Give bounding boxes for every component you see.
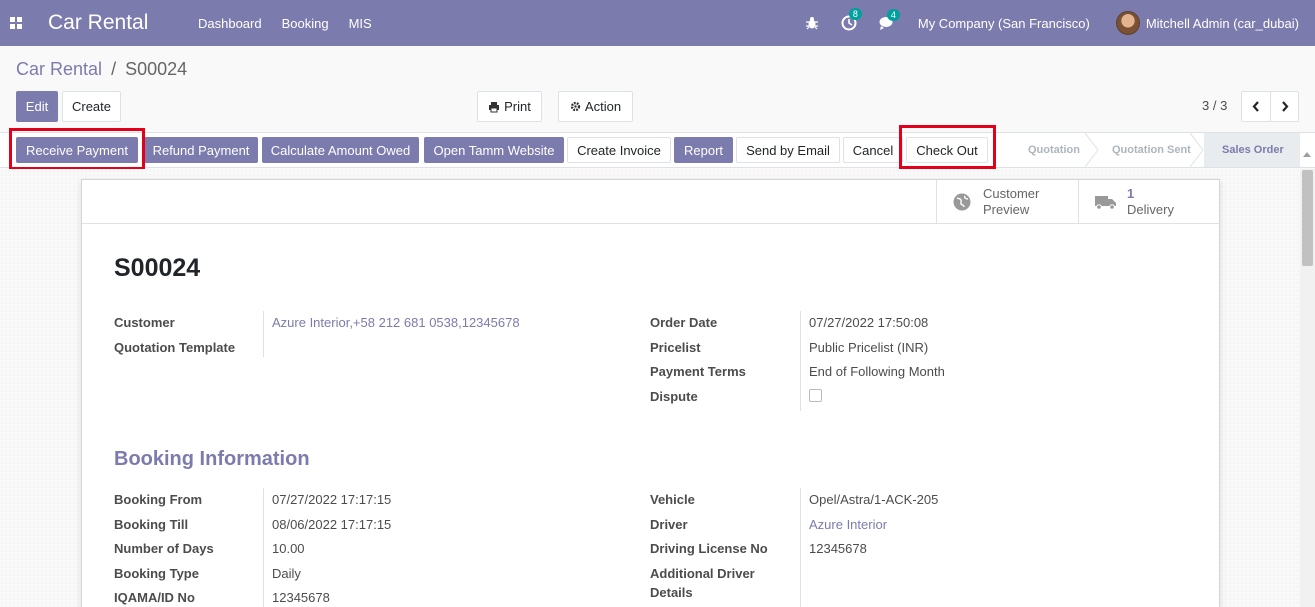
driver-field[interactable]: Azure Interior <box>809 517 887 532</box>
dispute-checkbox[interactable] <box>809 389 822 402</box>
booking-from-field[interactable]: 07/27/2022 17:17:15 <box>272 492 391 507</box>
dispute-label: Dispute <box>650 389 698 404</box>
iqama-id-field[interactable]: 12345678 <box>272 590 330 605</box>
debug-bug-icon[interactable] <box>805 16 819 30</box>
field-divider <box>800 311 801 411</box>
pricelist-label: Pricelist <box>650 340 701 355</box>
message-count-badge: 4 <box>886 8 900 21</box>
additional-driver-label-line1: Additional Driver <box>650 566 755 581</box>
driving-license-label: Driving License No <box>650 541 768 556</box>
vehicle-field[interactable]: Opel/Astra/1-ACK-205 <box>809 492 938 507</box>
create-button[interactable]: Create <box>62 91 121 122</box>
field-divider <box>800 488 801 607</box>
breadcrumb: Car Rental / S00024 <box>16 59 187 80</box>
record-title: S00024 <box>114 254 201 282</box>
pager-value[interactable]: 3 / 3 <box>1202 98 1227 113</box>
menu-mis[interactable]: MIS <box>349 16 372 31</box>
action-button[interactable]: Action <box>558 91 633 122</box>
pager-previous-button[interactable] <box>1241 91 1271 122</box>
print-icon <box>489 101 500 112</box>
stage-separator <box>1085 133 1099 167</box>
statusbar: Receive Payment Refund Payment Calculate… <box>0 132 1315 168</box>
delivery-button[interactable]: 1 Delivery <box>1078 180 1220 224</box>
order-date-field[interactable]: 07/27/2022 17:50:08 <box>809 315 928 330</box>
print-label: Print <box>504 99 531 114</box>
breadcrumb-current: S00024 <box>125 59 188 79</box>
customer-field[interactable]: Azure Interior,+58 212 681 0538,12345678 <box>272 315 520 330</box>
payment-terms-label: Payment Terms <box>650 364 746 379</box>
top-navbar: Car Rental Dashboard Booking MIS 8 4 My … <box>0 0 1315 46</box>
edit-button[interactable]: Edit <box>16 91 58 122</box>
user-menu[interactable]: Mitchell Admin (car_dubai) <box>1146 16 1299 31</box>
highlight-check-out <box>899 125 996 169</box>
booking-till-label: Booking Till <box>114 517 189 532</box>
delivery-label: Delivery <box>1127 202 1174 217</box>
stage-quotation[interactable]: Quotation <box>1028 133 1080 167</box>
highlight-receive-payment <box>9 128 145 170</box>
driver-label: Driver <box>650 517 688 532</box>
order-date-label: Order Date <box>650 315 718 330</box>
payment-terms-field[interactable]: End of Following Month <box>809 364 945 379</box>
activity-count-badge: 8 <box>848 8 862 20</box>
vehicle-label: Vehicle <box>650 492 695 507</box>
truck-icon <box>1095 196 1116 210</box>
activity-clock-icon[interactable]: 8 <box>841 8 862 31</box>
create-invoice-button[interactable]: Create Invoice <box>567 137 671 163</box>
report-button[interactable]: Report <box>674 137 733 163</box>
delivery-count: 1 <box>1127 186 1135 201</box>
send-by-email-button[interactable]: Send by Email <box>736 137 840 163</box>
breadcrumb-separator: / <box>111 59 117 79</box>
stage-sales-order[interactable]: Sales Order <box>1204 133 1300 167</box>
calculate-amount-owed-button[interactable]: Calculate Amount Owed <box>262 137 419 163</box>
booking-till-field[interactable]: 08/06/2022 17:17:15 <box>272 517 391 532</box>
booking-section-title: Booking Information <box>114 448 310 470</box>
iqama-id-label: IQAMA/ID No <box>114 590 195 605</box>
stage-quotation-sent[interactable]: Quotation Sent <box>1112 133 1191 167</box>
stage-separator <box>1190 133 1204 167</box>
driving-license-field[interactable]: 12345678 <box>809 541 867 556</box>
field-divider <box>263 311 264 357</box>
cancel-button[interactable]: Cancel <box>843 137 903 163</box>
open-tamm-website-button[interactable]: Open Tamm Website <box>424 137 564 163</box>
smart-button-box: Customer Preview 1 Delivery <box>82 180 1219 224</box>
apps-menu-icon[interactable] <box>0 0 32 46</box>
quotation-template-label: Quotation Template <box>114 340 236 355</box>
print-button[interactable]: Print <box>477 91 542 122</box>
chevron-right-icon <box>1281 101 1288 112</box>
gear-icon <box>570 101 581 112</box>
globe-icon <box>953 193 971 211</box>
customer-label: Customer <box>114 315 175 330</box>
customer-preview-line1: Customer <box>983 186 1040 201</box>
app-name[interactable]: Car Rental <box>48 11 194 35</box>
chevron-left-icon <box>1252 101 1259 112</box>
booking-type-field[interactable]: Daily <box>272 566 301 581</box>
user-avatar[interactable] <box>1115 11 1140 35</box>
number-of-days-label: Number of Days <box>114 541 214 556</box>
customer-preview-button[interactable]: Customer Preview <box>936 180 1079 224</box>
action-label: Action <box>584 99 622 114</box>
booking-type-label: Booking Type <box>114 566 199 581</box>
customer-preview-line2: Preview <box>983 202 1030 217</box>
booking-from-label: Booking From <box>114 492 203 507</box>
messages-chat-icon[interactable]: 4 <box>879 8 900 31</box>
scroll-up-arrow-icon[interactable] <box>1303 152 1311 157</box>
breadcrumb-parent[interactable]: Car Rental <box>16 59 102 79</box>
form-sheet: Customer Preview 1 Delivery S00024 Custo… <box>81 179 1220 607</box>
pager-next-button[interactable] <box>1270 91 1299 122</box>
refund-payment-button[interactable]: Refund Payment <box>144 137 258 163</box>
number-of-days-field[interactable]: 10.00 <box>272 541 305 556</box>
field-divider <box>263 488 264 607</box>
additional-driver-label-line2: Details <box>650 585 693 600</box>
menu-dashboard[interactable]: Dashboard <box>198 16 262 31</box>
scrollbar-thumb[interactable] <box>1302 170 1313 266</box>
pricelist-field[interactable]: Public Pricelist (INR) <box>809 340 928 355</box>
menu-booking[interactable]: Booking <box>282 16 329 31</box>
company-switcher[interactable]: My Company (San Francisco) <box>918 16 1090 31</box>
